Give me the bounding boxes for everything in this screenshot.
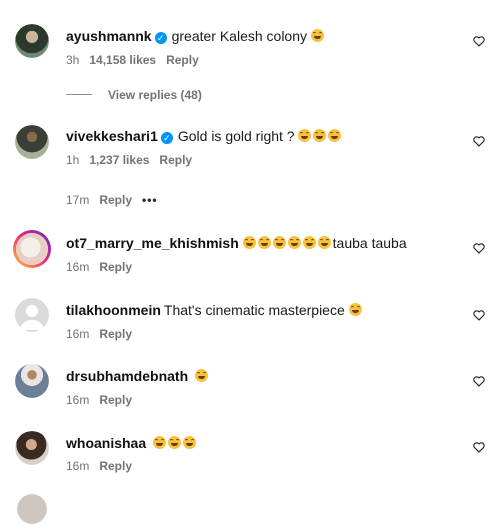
avatar[interactable] (15, 431, 49, 465)
username[interactable]: vivekkeshari1 (66, 128, 158, 144)
reply-button[interactable]: Reply (159, 153, 192, 167)
heart-icon[interactable] (472, 308, 486, 322)
laughing-emoji-icon (298, 129, 312, 142)
avatar[interactable] (15, 364, 49, 398)
comment-time: 16m (66, 327, 90, 341)
heart-icon[interactable] (472, 374, 486, 388)
avatar[interactable] (17, 494, 47, 524)
divider (66, 94, 92, 95)
heart-icon[interactable] (472, 241, 486, 255)
laughing-emoji-icon (310, 29, 324, 42)
like-count[interactable]: 14,158 likes (89, 53, 156, 67)
laughing-emoji-icon (287, 236, 301, 249)
comment-time: 16m (66, 260, 90, 274)
laughing-emoji-icon (317, 236, 331, 249)
laughing-emoji-icon (328, 129, 342, 142)
reply-button[interactable]: Reply (99, 260, 132, 274)
rofl-emoji-icon (153, 436, 167, 449)
reply-button[interactable]: Reply (99, 193, 132, 207)
comment-text: That's cinematic masterpiece (163, 302, 345, 318)
heart-icon[interactable] (472, 34, 486, 48)
comment-time: 17m (66, 193, 90, 207)
comment-text: Gold is gold right ? (177, 128, 295, 144)
heart-icon[interactable] (472, 134, 486, 148)
avatar[interactable] (13, 230, 51, 268)
reply-button[interactable]: Reply (99, 393, 132, 407)
username[interactable]: ot7_marry_me_khishmish (66, 235, 239, 251)
comment-time: 1h (66, 153, 80, 167)
rofl-emoji-icon (168, 436, 182, 449)
laughing-emoji-icon (257, 236, 271, 249)
laughing-emoji-icon (272, 236, 286, 249)
username[interactable]: whoanishaa (66, 435, 146, 451)
username[interactable]: drsubhamdebnath (66, 368, 188, 384)
view-replies-button[interactable]: View replies (48) (66, 88, 202, 102)
username[interactable]: tilakhoonmein (66, 302, 161, 318)
verified-badge-icon: ✓ (160, 132, 173, 144)
verified-badge-icon: ✓ (154, 32, 167, 44)
reply-button[interactable]: Reply (99, 327, 132, 341)
heart-icon[interactable] (472, 440, 486, 454)
view-replies-label[interactable]: View replies (48) (108, 88, 202, 102)
laughing-emoji-icon (302, 236, 316, 249)
reply-button[interactable]: Reply (166, 53, 199, 67)
username[interactable]: ayushmannk (66, 28, 152, 44)
avatar[interactable] (15, 298, 49, 332)
comment-text: greater Kalesh colony (171, 28, 308, 44)
rofl-emoji-icon (183, 436, 197, 449)
avatar[interactable] (15, 24, 49, 58)
avatar[interactable] (15, 125, 49, 159)
comment-text: tauba tauba (332, 235, 407, 251)
laughing-emoji-icon (313, 129, 327, 142)
reply-button[interactable]: Reply (99, 459, 132, 473)
laughing-emoji-icon (242, 236, 256, 249)
like-count[interactable]: 1,237 likes (89, 153, 149, 167)
laughing-emoji-icon (195, 369, 209, 382)
comment-time: 3h (66, 53, 80, 67)
rofl-emoji-icon (348, 303, 362, 316)
default-avatar-icon (20, 305, 44, 330)
comment-time: 16m (66, 393, 90, 407)
comment-time: 16m (66, 459, 90, 473)
more-options-icon[interactable]: ••• (142, 193, 158, 207)
